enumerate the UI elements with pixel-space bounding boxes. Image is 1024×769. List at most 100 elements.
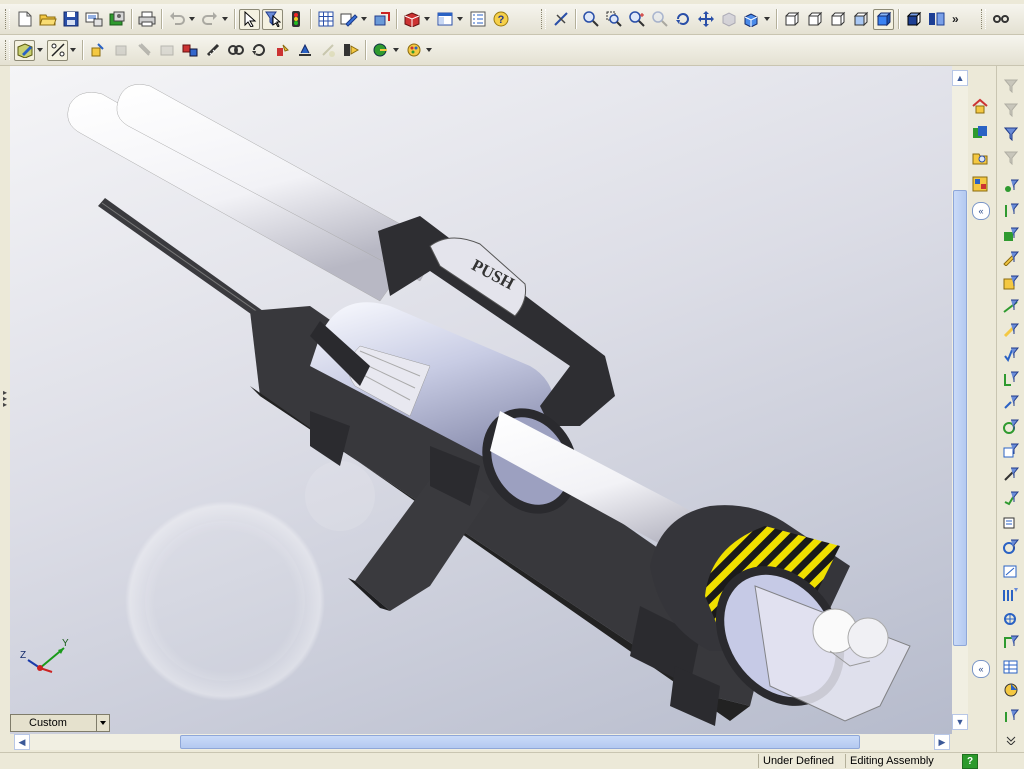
filter-planes-icon[interactable] xyxy=(1001,224,1021,244)
filter-vertices-icon[interactable] xyxy=(1001,148,1021,168)
filter-tables-icon[interactable] xyxy=(1001,656,1021,676)
horizontal-scrollbar[interactable]: ◀ ▶ xyxy=(14,734,950,750)
sensor-icon[interactable] xyxy=(370,40,391,61)
open-folder-icon[interactable] xyxy=(37,9,58,30)
vertical-scroll-thumb[interactable] xyxy=(953,190,967,646)
zoom-selection-icon[interactable] xyxy=(649,9,670,30)
smart-fasteners-icon[interactable] xyxy=(47,39,68,61)
zoom-in-out-icon[interactable] xyxy=(626,9,647,30)
rotate-view-icon[interactable] xyxy=(672,9,693,30)
horizontal-scroll-thumb[interactable] xyxy=(180,735,860,749)
linkage-icon[interactable] xyxy=(990,9,1011,30)
chevron-down-icon[interactable] xyxy=(96,715,109,731)
filter-icon[interactable] xyxy=(1001,76,1021,96)
filter-surface-finish-icon[interactable] xyxy=(1001,344,1021,364)
print-preview-icon[interactable] xyxy=(83,9,104,30)
filter-centerlines-icon[interactable] xyxy=(1001,632,1021,652)
undo-dropdown[interactable] xyxy=(188,9,196,30)
design-library-icon[interactable] xyxy=(970,122,990,142)
collapse-task-pane-icon[interactable]: « xyxy=(972,202,990,220)
zoom-area-icon[interactable] xyxy=(603,9,624,30)
right-view-icon[interactable] xyxy=(850,9,871,30)
filter-routing-points-icon[interactable] xyxy=(1001,536,1021,556)
new-document-icon[interactable] xyxy=(14,9,35,30)
toolbar-grip[interactable] xyxy=(5,40,10,60)
options-icon[interactable] xyxy=(106,9,127,30)
sketch-icon[interactable] xyxy=(338,9,359,30)
filter-datums-icon[interactable] xyxy=(1001,392,1021,412)
3d-view-icon[interactable] xyxy=(718,9,739,30)
filter-welds-icon[interactable] xyxy=(1001,368,1021,388)
window-layout-icon[interactable] xyxy=(434,9,455,30)
select-edges-icon[interactable] xyxy=(550,9,571,30)
pan-icon[interactable] xyxy=(695,9,716,30)
help-icon[interactable]: ? xyxy=(490,9,511,30)
view-palette-icon[interactable] xyxy=(970,174,990,194)
select-filter-icon[interactable] xyxy=(262,8,283,30)
select-icon[interactable] xyxy=(239,8,260,30)
filter-sketch-icon[interactable] xyxy=(1001,248,1021,268)
hide-show-icon[interactable] xyxy=(110,40,131,61)
scroll-up-icon[interactable]: ▲ xyxy=(952,70,968,86)
view-orientation-combo[interactable]: Custom xyxy=(10,714,110,732)
measure-icon[interactable] xyxy=(202,40,223,61)
undo-icon[interactable] xyxy=(166,9,187,30)
redo-dropdown[interactable] xyxy=(221,9,229,30)
expand-panel-icon[interactable]: « xyxy=(972,660,990,678)
back-view-icon[interactable] xyxy=(804,9,825,30)
graphics-area[interactable]: PUSH Y Z xyxy=(10,66,952,734)
vertical-scrollbar[interactable]: ▲ ▼ xyxy=(952,70,968,730)
file-explorer-icon[interactable] xyxy=(970,148,990,168)
toolbar-grip[interactable] xyxy=(981,9,986,29)
view-orientation-icon[interactable] xyxy=(741,9,762,30)
mate-icon[interactable] xyxy=(156,40,177,61)
filter-connection-points-icon[interactable] xyxy=(1001,512,1021,532)
home-icon[interactable] xyxy=(970,96,990,116)
print-icon[interactable] xyxy=(136,9,157,30)
move-icon[interactable] xyxy=(248,40,269,61)
filter-annotations-icon[interactable] xyxy=(1001,706,1021,726)
filter-surfaces-icon[interactable] xyxy=(1001,272,1021,292)
feature-icon[interactable] xyxy=(317,40,338,61)
save-icon[interactable] xyxy=(60,9,81,30)
traffic-light-icon[interactable] xyxy=(285,9,306,30)
filter-axes-icon[interactable] xyxy=(1001,200,1021,220)
properties-list-icon[interactable] xyxy=(467,9,488,30)
view-orientation-dropdown[interactable] xyxy=(763,9,771,30)
appearance-dropdown[interactable] xyxy=(425,40,433,61)
smart-mates-icon[interactable] xyxy=(294,40,315,61)
filter-mid-points-icon[interactable] xyxy=(1001,584,1021,604)
window-layout-dropdown[interactable] xyxy=(456,9,464,30)
insert-component-dropdown[interactable] xyxy=(423,9,431,30)
insert-component-icon[interactable] xyxy=(401,9,422,30)
toolbar-grip[interactable] xyxy=(541,9,546,29)
sensor-dropdown[interactable] xyxy=(392,40,400,61)
filter-cosmetic-threads-icon[interactable] xyxy=(1001,440,1021,460)
filter-datum-targets-icon[interactable] xyxy=(1001,416,1021,436)
interference-icon[interactable] xyxy=(225,40,246,61)
filter-points-icon[interactable] xyxy=(1001,176,1021,196)
sketch-dropdown[interactable] xyxy=(360,9,368,30)
move-component-icon[interactable] xyxy=(371,9,392,30)
filter-balloons-icon[interactable] xyxy=(1001,680,1021,700)
grid-icon[interactable] xyxy=(315,9,336,30)
edit-component-dropdown[interactable] xyxy=(36,40,44,61)
filter-notes-icon[interactable] xyxy=(1001,320,1021,340)
filter-faces-icon[interactable] xyxy=(1001,124,1021,144)
filter-dowel-pins-icon[interactable] xyxy=(1001,488,1021,508)
insert-components-icon[interactable] xyxy=(87,40,108,61)
scroll-down-icon[interactable]: ▼ xyxy=(952,714,968,730)
filter-dimensions-icon[interactable] xyxy=(1001,296,1021,316)
filter-blocks-icon[interactable] xyxy=(1001,464,1021,484)
toolbar-grip[interactable] xyxy=(5,9,10,29)
zoom-to-fit-icon[interactable] xyxy=(580,9,601,30)
help-icon[interactable]: ? xyxy=(962,754,978,769)
rotate-component-icon[interactable] xyxy=(271,40,292,61)
redo-icon[interactable] xyxy=(199,9,220,30)
filter-silhouette-icon[interactable] xyxy=(1001,560,1021,580)
left-panel-splitter[interactable]: ▸ ▸ ▸ xyxy=(3,389,7,409)
scroll-left-icon[interactable]: ◀ xyxy=(14,734,30,750)
scroll-right-icon[interactable]: ▶ xyxy=(934,734,950,750)
right-toolbar-overflow-icon[interactable] xyxy=(1001,730,1021,750)
front-view-icon[interactable] xyxy=(781,9,802,30)
